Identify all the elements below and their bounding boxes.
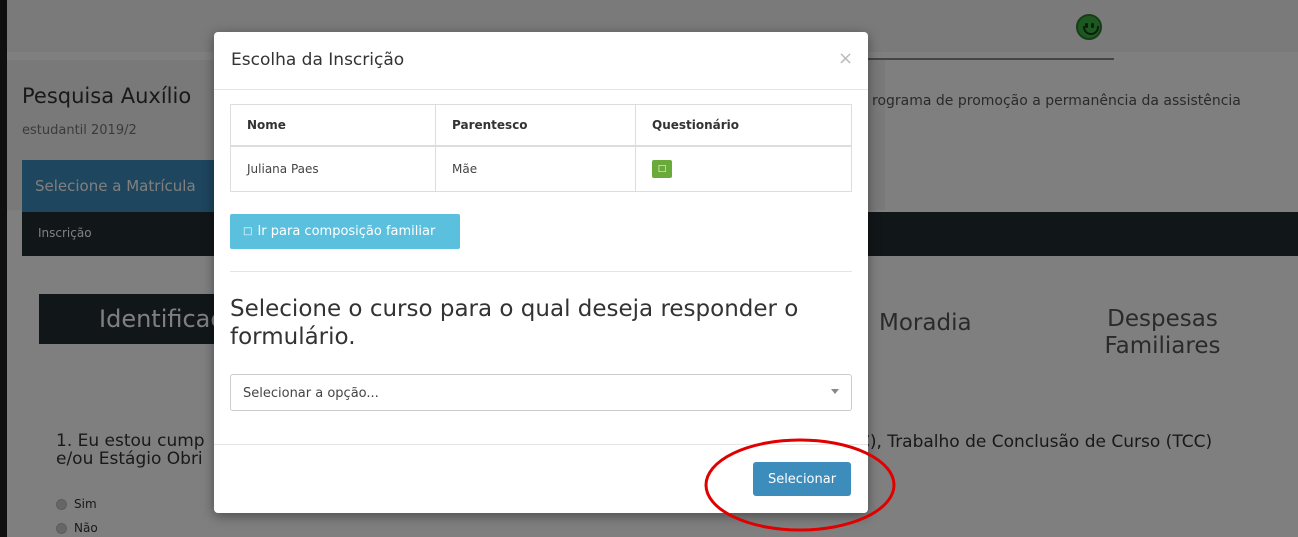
cell-name: Juliana Paes (247, 162, 319, 176)
cell-relation: Mãe (435, 147, 635, 191)
divider (230, 271, 852, 272)
family-composition-button[interactable]: □ Ir para composição familiar (230, 214, 460, 249)
modal-header: Escolha da Inscrição × (214, 32, 868, 90)
table-row: Juliana Paes Mãe □ (231, 147, 851, 191)
registration-table: Nome Parentesco Questionário Juliana Pae… (230, 104, 852, 192)
course-select[interactable]: Selecionar a opção... (230, 374, 852, 411)
chevron-down-icon (831, 389, 839, 394)
family-composition-label: Ir para composição familiar (257, 224, 436, 239)
registration-modal: Escolha da Inscrição × Nome Parentesco Q… (214, 32, 868, 513)
questionnaire-button[interactable]: □ (652, 160, 672, 178)
column-header-name: Nome (247, 118, 286, 132)
column-header-questionnaire: Questionário (635, 105, 851, 145)
modal-title: Escolha da Inscrição (231, 50, 405, 70)
modal-footer-divider (214, 444, 868, 445)
cell-questionnaire: □ (635, 147, 851, 191)
column-header-relation: Parentesco (435, 105, 635, 145)
close-icon[interactable]: × (838, 48, 853, 69)
course-select-value: Selecionar a opção... (243, 386, 379, 401)
table-header-row: Nome Parentesco Questionário (231, 105, 851, 147)
square-icon: □ (243, 226, 253, 237)
course-heading: Selecione o curso para o qual deseja res… (230, 296, 799, 350)
select-button[interactable]: Selecionar (753, 462, 851, 496)
